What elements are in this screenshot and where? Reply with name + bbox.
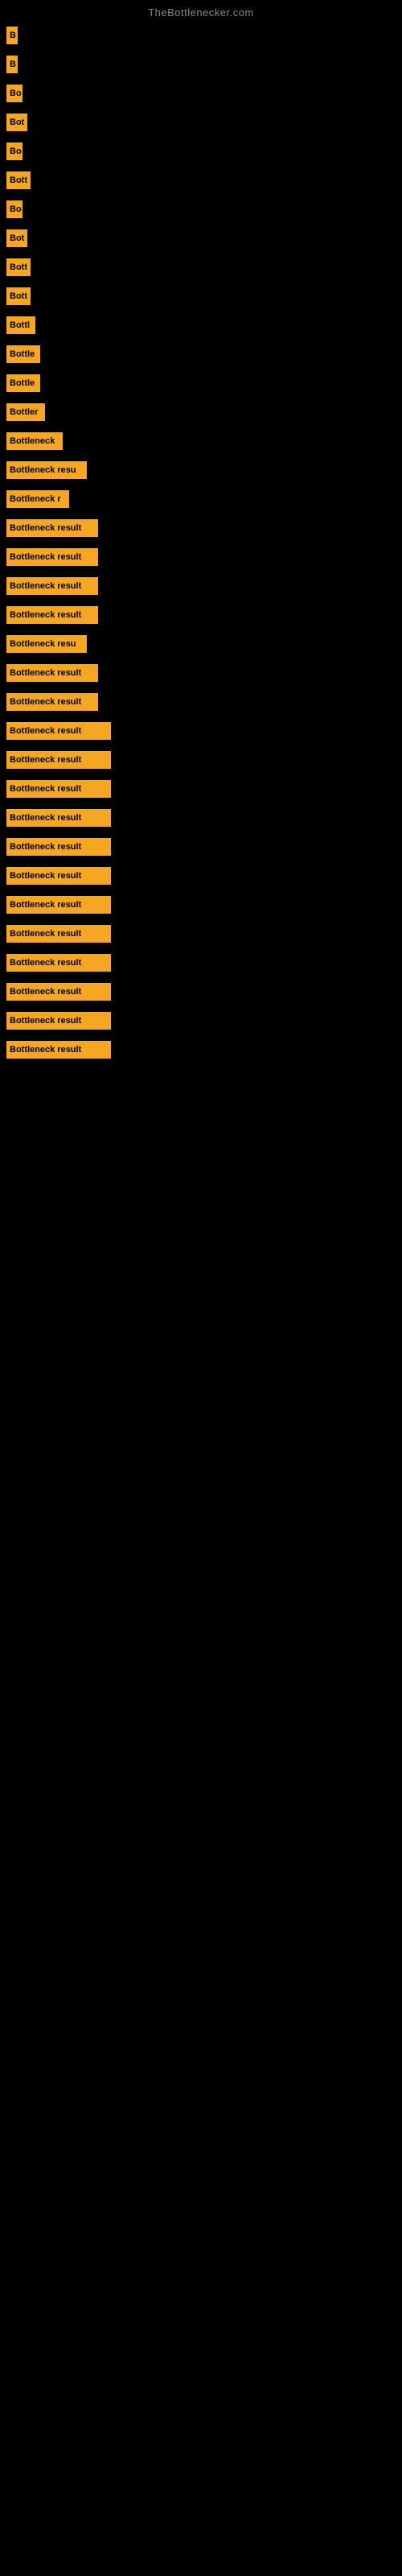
bar-label: Bottleneck result	[6, 519, 98, 537]
bar-row: Bottleneck	[0, 427, 402, 455]
bar-row: Bottleneck result	[0, 659, 402, 687]
bar-row: Bott	[0, 283, 402, 310]
bar-row: Bottl	[0, 312, 402, 339]
bar-row: Bott	[0, 254, 402, 281]
bar-label: Bot	[6, 114, 27, 131]
bar-row: Bottleneck result	[0, 572, 402, 600]
bar-row: Bottleneck r	[0, 485, 402, 513]
bar-label: Bottleneck result	[6, 1041, 111, 1059]
bar-row: Bottleneck result	[0, 833, 402, 861]
bar-row: Bottle	[0, 369, 402, 397]
bar-label: Bottleneck result	[6, 722, 111, 740]
bar-label: Bottleneck resu	[6, 461, 87, 479]
bar-label: Bottleneck result	[6, 838, 111, 856]
bars-container: BB Bo Bot Bo Bott Bo Bot Bott Bott Bottl Bottle Bot…	[0, 22, 402, 1063]
bar-label: Bottle	[6, 345, 40, 363]
bar-row: Bottleneck result	[0, 1036, 402, 1063]
bar-row: Bo	[0, 138, 402, 165]
site-title: TheBottlenecker.com	[0, 0, 402, 22]
bar-label: Bottleneck result	[6, 693, 98, 711]
bar-row: Bottleneck result	[0, 717, 402, 745]
bar-label: Bottleneck result	[6, 925, 111, 943]
bar-row: Bottleneck result	[0, 746, 402, 774]
bar-label: B	[6, 27, 18, 44]
bar-label: Bottleneck result	[6, 664, 98, 682]
bar-label: Bottler	[6, 403, 45, 421]
bar-label: Bot	[6, 229, 27, 247]
bar-label: Bottl	[6, 316, 35, 334]
bar-row: Bottleneck result	[0, 514, 402, 542]
bar-row: Bot	[0, 109, 402, 136]
bar-row: Bo	[0, 80, 402, 107]
bar-label: Bottleneck result	[6, 548, 98, 566]
bar-row: Bottleneck result	[0, 920, 402, 947]
bar-label: Bott	[6, 287, 31, 305]
bar-label: Bottleneck result	[6, 751, 111, 769]
bar-label: Bottleneck result	[6, 954, 111, 972]
bar-row: B	[0, 22, 402, 49]
bar-row: Bottleneck result	[0, 978, 402, 1005]
bar-label: Bottleneck result	[6, 606, 98, 624]
bar-row: Bottleneck result	[0, 891, 402, 919]
bar-label: Bottleneck	[6, 432, 63, 450]
bar-row: Bottleneck resu	[0, 630, 402, 658]
bar-row: Bottleneck result	[0, 949, 402, 976]
bar-label: B	[6, 56, 18, 73]
bar-label: Bo	[6, 85, 23, 102]
bar-row: Bot	[0, 225, 402, 252]
bar-row: Bottleneck result	[0, 601, 402, 629]
bar-row: B	[0, 51, 402, 78]
bar-label: Bottleneck result	[6, 983, 111, 1001]
bar-row: Bo	[0, 196, 402, 223]
bar-label: Bottle	[6, 374, 40, 392]
bar-label: Bottleneck result	[6, 780, 111, 798]
bar-label: Bottleneck result	[6, 867, 111, 885]
bar-row: Bottleneck result	[0, 688, 402, 716]
bar-label: Bottleneck result	[6, 809, 111, 827]
bar-row: Bottleneck resu	[0, 456, 402, 484]
bar-label: Bo	[6, 200, 23, 218]
bar-label: Bott	[6, 171, 31, 189]
bar-row: Bottleneck result	[0, 543, 402, 571]
bar-row: Bott	[0, 167, 402, 194]
bar-row: Bottle	[0, 341, 402, 368]
bar-label: Bott	[6, 258, 31, 276]
bar-label: Bottleneck resu	[6, 635, 87, 653]
bar-row: Bottleneck result	[0, 775, 402, 803]
bar-label: Bottleneck result	[6, 896, 111, 914]
bar-row: Bottleneck result	[0, 1007, 402, 1034]
bar-row: Bottler	[0, 398, 402, 426]
bar-row: Bottleneck result	[0, 804, 402, 832]
bar-label: Bottleneck r	[6, 490, 69, 508]
bar-label: Bo	[6, 142, 23, 160]
bar-label: Bottleneck result	[6, 1012, 111, 1030]
bar-label: Bottleneck result	[6, 577, 98, 595]
bar-row: Bottleneck result	[0, 862, 402, 890]
